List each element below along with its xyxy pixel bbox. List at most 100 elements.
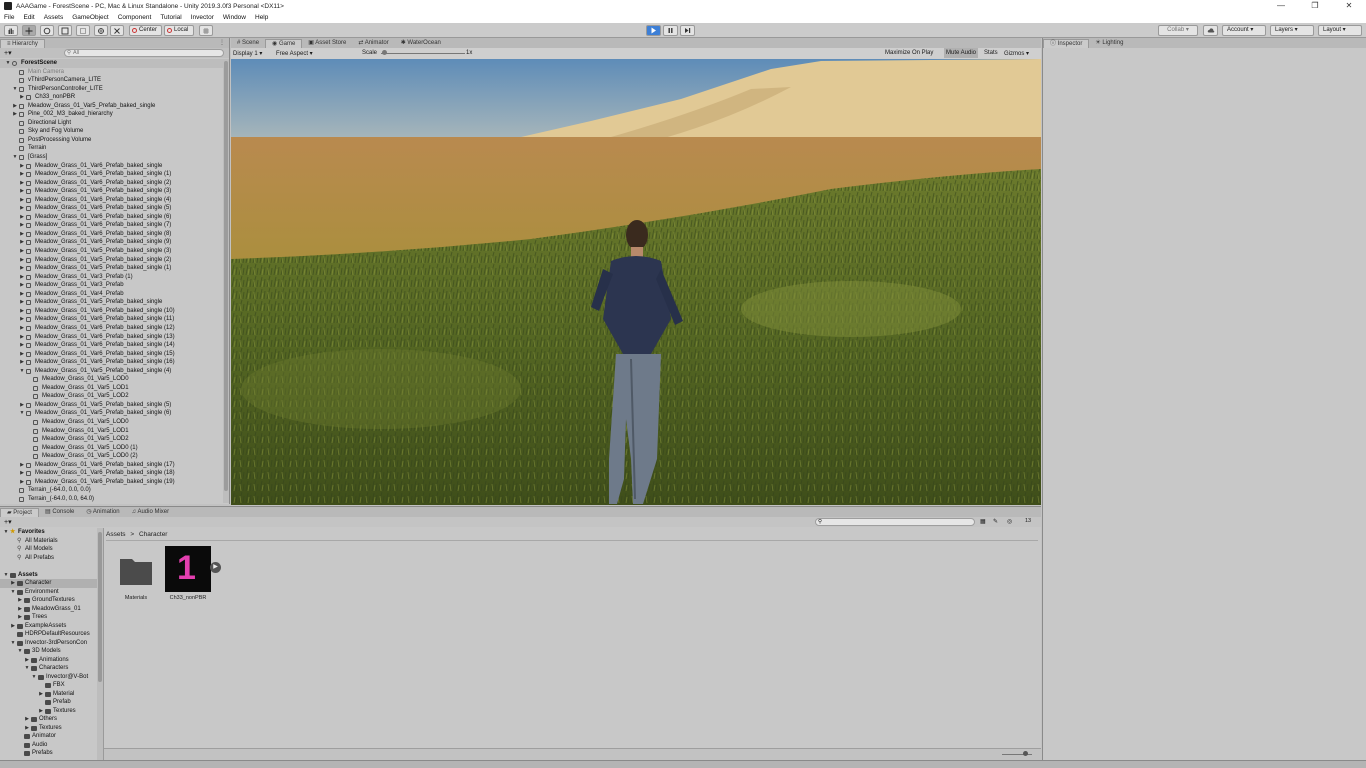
expand-arrow-icon[interactable]: ▼ (3, 528, 9, 537)
transform-tool-button[interactable] (94, 25, 108, 36)
hierarchy-row[interactable]: Main Camera (0, 68, 224, 77)
hierarchy-row[interactable]: Meadow_Grass_01_Var5_LOD2 (0, 392, 224, 401)
hierarchy-row[interactable]: Meadow_Grass_01_Var5_LOD1 (0, 384, 224, 393)
hierarchy-row[interactable]: Meadow_Grass_01_Var5_LOD0 (0, 418, 224, 427)
collapse-arrow-icon[interactable]: ▶ (19, 333, 25, 342)
collapse-arrow-icon[interactable]: ▶ (10, 579, 16, 588)
hierarchy-row[interactable]: ▶ Meadow_Grass_01_Var5_Prefab_baked_singl… (0, 401, 224, 410)
hierarchy-row[interactable]: ▶ Meadow_Grass_01_Var6_Prefab_baked_singl… (0, 179, 224, 188)
project-folder-row[interactable]: Audio (0, 741, 103, 750)
scale-slider-thumb[interactable] (382, 50, 387, 55)
hierarchy-row[interactable]: ▶ Meadow_Grass_01_Var6_Prefab_baked_singl… (0, 341, 224, 350)
hierarchy-row[interactable]: Directional Light (0, 119, 224, 128)
hierarchy-row[interactable]: ▶ Meadow_Grass_01_Var6_Prefab_baked_singl… (0, 221, 224, 230)
expand-arrow-icon[interactable]: ▼ (17, 647, 23, 656)
pause-button[interactable] (663, 25, 678, 36)
collapse-arrow-icon[interactable]: ▶ (19, 230, 25, 239)
expand-arrow-icon[interactable]: ▶ (210, 562, 221, 573)
expand-arrow-icon[interactable]: ▼ (24, 664, 30, 673)
filter-by-label-icon[interactable]: ✎ (993, 518, 998, 525)
hierarchy-row[interactable]: PostProcessing Volume (0, 136, 224, 145)
expand-arrow-icon[interactable]: ▼ (31, 673, 37, 682)
rect-tool-button[interactable] (76, 25, 90, 36)
game-viewport[interactable] (231, 59, 1041, 505)
pivot-center-toggle[interactable]: Center (129, 25, 162, 36)
hand-tool-button[interactable] (4, 25, 18, 36)
project-folder-row[interactable]: Prefabs (0, 749, 103, 758)
custom-tool-button[interactable] (110, 25, 124, 36)
collapse-arrow-icon[interactable]: ▶ (19, 264, 25, 273)
collapse-arrow-icon[interactable]: ▶ (19, 213, 25, 222)
hierarchy-row[interactable]: ▶ Meadow_Grass_01_Var6_Prefab_baked_singl… (0, 162, 224, 171)
hierarchy-row[interactable]: Terrain_(-64.0, 0.0, 64.0) (0, 495, 224, 503)
space-local-toggle[interactable]: Local (164, 25, 194, 36)
collapse-arrow-icon[interactable]: ▶ (38, 707, 44, 716)
collapse-arrow-icon[interactable]: ▶ (19, 196, 25, 205)
asset-ch33-model[interactable]: 1 ▶ Ch33_nonPBR (158, 546, 221, 601)
collapse-arrow-icon[interactable]: ▶ (19, 187, 25, 196)
project-folder-row[interactable]: ▼ Characters (0, 664, 103, 673)
project-folder-row[interactable]: ▶ ExampleAssets (0, 622, 103, 631)
layout-dropdown[interactable]: Layout ▾ (1318, 25, 1362, 36)
project-folder-row[interactable]: ▼ Environment (0, 588, 103, 597)
hierarchy-row[interactable]: ▶ Meadow_Grass_01_Var6_Prefab_baked_singl… (0, 350, 224, 359)
hierarchy-row[interactable]: Meadow_Grass_01_Var5_LOD0 (1) (0, 444, 224, 453)
expand-arrow-icon[interactable]: ▼ (10, 639, 16, 648)
gizmos-dropdown[interactable]: Gizmos ▾ (1004, 50, 1029, 57)
menu-assets[interactable]: Assets (44, 14, 64, 21)
hierarchy-row[interactable]: Meadow_Grass_01_Var5_LOD1 (0, 427, 224, 436)
menu-window[interactable]: Window (223, 14, 246, 21)
collapse-arrow-icon[interactable]: ▶ (19, 179, 25, 188)
hierarchy-row[interactable]: ▶ Meadow_Grass_01_Var5_Prefab_baked_singl… (0, 102, 224, 111)
tab-game[interactable]: ◉ Game (265, 39, 303, 48)
scale-tool-button[interactable] (58, 25, 72, 36)
hierarchy-row[interactable]: ▶ Meadow_Grass_01_Var6_Prefab_baked_singl… (0, 230, 224, 239)
collapse-arrow-icon[interactable]: ▶ (38, 690, 44, 699)
collapse-arrow-icon[interactable]: ▶ (19, 93, 25, 102)
hierarchy-row[interactable]: ▼ [Grass] (0, 153, 224, 162)
collapse-arrow-icon[interactable]: ▶ (19, 256, 25, 265)
favorite-search-item[interactable]: ⚲ All Models (0, 545, 103, 554)
expand-arrow-icon[interactable]: ▼ (10, 588, 16, 597)
hierarchy-row[interactable]: ▼ Meadow_Grass_01_Var5_Prefab_baked_singl… (0, 367, 224, 376)
collapse-arrow-icon[interactable]: ▶ (19, 350, 25, 359)
project-folder-row[interactable]: ▼ Invector@V-Bot (0, 673, 103, 682)
expand-arrow-icon[interactable]: ▼ (12, 85, 18, 94)
expand-arrow-icon[interactable]: ▼ (5, 59, 11, 68)
project-create-dropdown[interactable]: +▾ (4, 518, 12, 526)
aspect-dropdown[interactable]: Free Aspect ▾ (276, 50, 313, 57)
collapse-arrow-icon[interactable]: ▶ (19, 298, 25, 307)
collapse-arrow-icon[interactable]: ▶ (19, 461, 25, 470)
hierarchy-row[interactable]: vThirdPersonCamera_LITE (0, 76, 224, 85)
game-render[interactable] (231, 59, 1041, 505)
hierarchy-row[interactable]: ▶ Meadow_Grass_01_Var6_Prefab_baked_singl… (0, 187, 224, 196)
hierarchy-row[interactable]: Sky and Fog Volume (0, 127, 224, 136)
filter-by-type-icon[interactable]: ▦ (980, 518, 986, 525)
menu-tutorial[interactable]: Tutorial (160, 14, 181, 21)
project-folder-row[interactable]: ▶ Character (0, 579, 103, 588)
project-folder-row[interactable]: ▼ Assets (0, 571, 103, 580)
hierarchy-row[interactable]: ▶ Meadow_Grass_01_Var6_Prefab_baked_singl… (0, 358, 224, 367)
hierarchy-row[interactable]: Meadow_Grass_01_Var5_LOD0 (2) (0, 452, 224, 461)
collapse-arrow-icon[interactable]: ▶ (19, 273, 25, 282)
breadcrumb-assets[interactable]: Assets (106, 531, 126, 538)
panel-menu-icon[interactable]: ⋮ (219, 39, 225, 46)
maximize-on-play-toggle[interactable]: Maximize On Play (885, 50, 933, 56)
tab-inspector[interactable]: ⓘ Inspector (1043, 39, 1090, 48)
hierarchy-row[interactable]: ▼ Meadow_Grass_01_Var5_Prefab_baked_singl… (0, 409, 224, 418)
project-tree-scrollbar[interactable] (97, 528, 103, 760)
collapse-arrow-icon[interactable]: ▶ (19, 290, 25, 299)
hierarchy-row[interactable]: ▶ Pine_002_M3_baked_hierarchy (0, 110, 224, 119)
breadcrumb-character[interactable]: Character (139, 531, 168, 538)
project-folder-row[interactable]: FBX (0, 681, 103, 690)
hierarchy-row[interactable]: ▶ Meadow_Grass_01_Var6_Prefab_baked_singl… (0, 469, 224, 478)
tab-scene[interactable]: # Scene (231, 39, 265, 48)
hierarchy-row[interactable]: ▶ Meadow_Grass_01_Var6_Prefab_baked_singl… (0, 196, 224, 205)
tab-water-ocean[interactable]: ✱ WaterOcean (395, 39, 447, 48)
step-button[interactable] (680, 25, 695, 36)
menu-file[interactable]: File (4, 14, 14, 21)
project-folder-row[interactable]: ▶ Textures (0, 724, 103, 733)
rotate-tool-button[interactable] (40, 25, 54, 36)
hierarchy-row[interactable]: Terrain (0, 144, 224, 153)
tab-console[interactable]: ▤ Console (39, 508, 80, 517)
